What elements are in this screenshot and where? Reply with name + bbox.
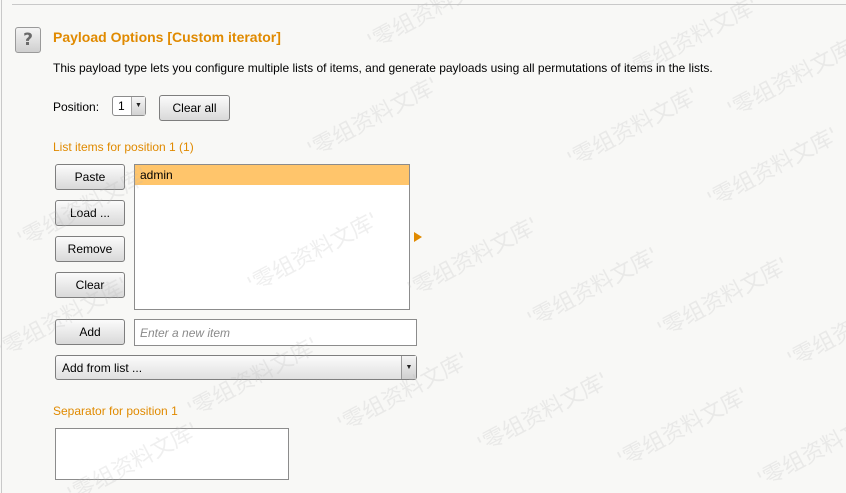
remove-button[interactable]: Remove (55, 236, 125, 262)
watermark: '零组资料文库' (563, 83, 703, 174)
question-mark-icon: ? (23, 30, 33, 50)
left-divider (1, 0, 2, 493)
watermark: '零组资料文库' (703, 123, 843, 214)
add-from-list-select[interactable]: Add from list ... ▼ (55, 355, 417, 380)
section-title: Payload Options [Custom iterator] (53, 29, 281, 45)
expand-arrow-icon[interactable] (414, 232, 422, 242)
watermark: '零组资料文库' (473, 368, 613, 459)
watermark: '零组资料文库' (303, 73, 443, 164)
section-description: This payload type lets you configure mul… (53, 61, 713, 75)
list-items-box[interactable]: admin (134, 164, 410, 310)
watermark: '零组资料文库' (363, 0, 503, 56)
list-item[interactable]: admin (135, 165, 409, 185)
top-divider (12, 4, 846, 5)
watermark: '零组资料文库' (753, 403, 846, 493)
list-items-heading: List items for position 1 (1) (53, 140, 194, 154)
clear-button[interactable]: Clear (55, 272, 125, 298)
clear-all-button[interactable]: Clear all (159, 95, 230, 121)
new-item-input[interactable] (134, 319, 417, 346)
help-icon[interactable]: ? (15, 27, 41, 53)
add-from-list-value: Add from list ... (62, 361, 143, 375)
load-button[interactable]: Load ... (55, 200, 125, 226)
watermark: '零组资料文库' (653, 253, 793, 344)
separator-heading: Separator for position 1 (53, 404, 178, 418)
paste-button[interactable]: Paste (55, 164, 125, 190)
watermark: '零组资料文库' (613, 383, 753, 474)
watermark: '零组资料文库' (403, 213, 543, 304)
chevron-down-icon[interactable]: ▼ (131, 97, 145, 115)
position-select-value: 1 (118, 99, 125, 113)
watermark: '零组资料文库' (523, 243, 663, 334)
watermark: '零组资料文库' (783, 283, 846, 374)
position-label: Position: (53, 100, 100, 114)
add-button[interactable]: Add (55, 319, 125, 345)
position-select[interactable]: 1 ▼ (112, 96, 146, 116)
chevron-down-icon[interactable]: ▼ (401, 356, 416, 379)
watermark: '零组资料文库' (723, 33, 846, 124)
separator-input[interactable] (55, 428, 289, 480)
